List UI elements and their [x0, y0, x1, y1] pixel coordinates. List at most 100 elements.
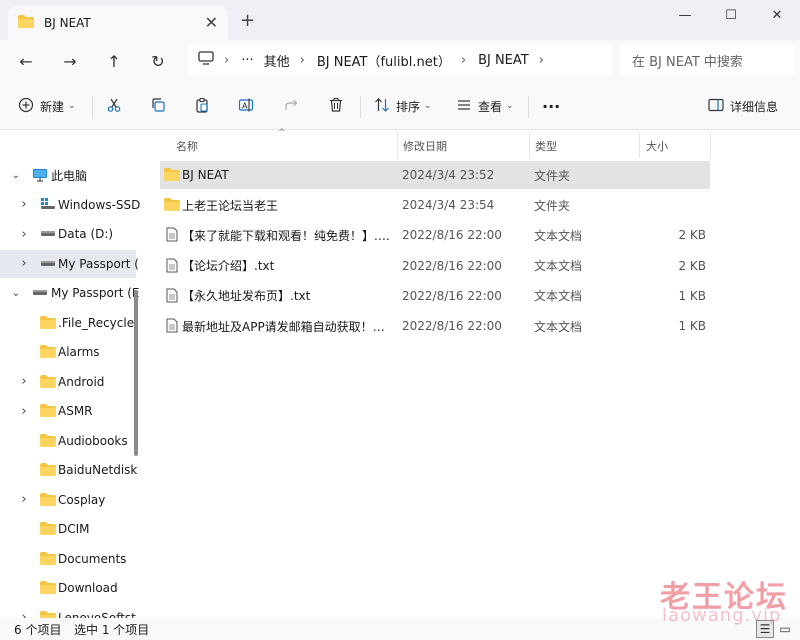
monitor-icon	[198, 51, 214, 69]
sidebar-item[interactable]: › Data (D:)	[0, 220, 136, 248]
sidebar-item-label: Android	[58, 374, 105, 389]
sort-button[interactable]: 排序 ⌄	[374, 94, 432, 118]
breadcrumb-more[interactable]: ···	[241, 53, 253, 68]
new-label: 新建	[40, 99, 65, 114]
sidebar-scrollbar[interactable]	[134, 290, 138, 456]
column-divider[interactable]	[710, 132, 711, 158]
breadcrumb-item[interactable]: 其他	[264, 51, 290, 70]
new-tab-button[interactable]: +	[240, 10, 255, 31]
chevron-right-icon[interactable]: ›	[18, 610, 30, 618]
tab-title: BJ NEAT	[44, 16, 91, 30]
rename-icon: A	[238, 97, 254, 116]
sidebar-item[interactable]: Alarms	[0, 338, 136, 366]
file-row[interactable]: 【来了就能下载和观看！纯免费！】.txt 2022/8/16 22:00 文本文档 2…	[160, 221, 710, 249]
sidebar-item[interactable]: › My Passport (	[0, 249, 139, 278]
tab-close-icon[interactable]: ✕	[205, 13, 218, 32]
file-name: 上老王论坛当老王	[182, 198, 279, 213]
sidebar-item[interactable]: ⌄ 此电脑	[0, 161, 136, 189]
sidebar-item-label: LenovoSoftst	[58, 610, 136, 619]
back-button[interactable]: ←	[14, 50, 38, 72]
sidebar-item[interactable]: DCIM	[0, 515, 136, 543]
file-row[interactable]: 上老王论坛当老王 2024/3/4 23:54 文件夹	[160, 191, 710, 219]
chevron-right-icon[interactable]: ›	[18, 404, 30, 419]
column-header-modified[interactable]: 修改日期	[403, 132, 447, 160]
maximize-button[interactable]: ☐	[708, 0, 754, 30]
share-button[interactable]	[284, 94, 300, 118]
paste-button[interactable]	[194, 94, 210, 118]
file-row[interactable]: 【论坛介绍】.txt 2022/8/16 22:00 文本文档 2 KB	[160, 252, 710, 280]
chevron-down-icon[interactable]: ⌄	[10, 170, 22, 181]
column-header-size[interactable]: 大小	[646, 132, 668, 160]
file-modified: 2024/3/4 23:54	[402, 198, 495, 213]
column-divider[interactable]	[639, 132, 640, 158]
chevron-right-icon[interactable]: ›	[18, 256, 30, 271]
chevron-right-icon[interactable]: ›	[18, 374, 30, 389]
sidebar-item[interactable]: › Android	[0, 368, 136, 396]
folder-icon	[40, 345, 56, 361]
file-name: 最新地址及APP请发邮箱自动获取！！！...	[182, 319, 392, 334]
file-row[interactable]: 最新地址及APP请发邮箱自动获取！！！... 2022/8/16 22:00 文本文…	[160, 312, 710, 340]
breadcrumb-item[interactable]: BJ NEAT（fulibl.net）	[317, 51, 451, 70]
view-button[interactable]: 查看 ⌄	[456, 94, 514, 118]
sidebar-item[interactable]: Audiobooks	[0, 427, 136, 455]
sidebar-item[interactable]: › Windows-SSD	[0, 191, 140, 219]
folder-icon	[40, 551, 56, 568]
cut-button[interactable]	[106, 94, 122, 118]
chevron-down-icon[interactable]: ⌄	[10, 288, 22, 299]
file-type: 文本文档	[534, 289, 583, 304]
file-row[interactable]: 【永久地址发布页】.txt 2022/8/16 22:00 文本文档 1 KB	[160, 282, 710, 310]
file-size: 2 KB	[678, 258, 706, 273]
sidebar-item-label: Cosplay	[58, 492, 106, 507]
text-file-icon	[166, 288, 178, 306]
view-list-icon	[456, 97, 472, 116]
folder-icon	[40, 374, 56, 391]
details-pane-button[interactable]: 详细信息	[708, 94, 778, 118]
scissors-icon	[106, 97, 122, 116]
close-button[interactable]: ✕	[754, 0, 800, 30]
sidebar-item[interactable]: › ASMR	[0, 397, 136, 425]
sidebar-item[interactable]: Documents	[0, 545, 136, 573]
details-label: 详细信息	[730, 99, 779, 114]
chevron-right-icon: ›	[224, 52, 230, 68]
address-bar[interactable]: › ··· 其他 › BJ NEAT（fulibl.net） › BJ NEAT…	[188, 44, 612, 76]
tab-bj-neat[interactable]: BJ NEAT ✕	[8, 6, 228, 40]
folder-icon	[40, 581, 56, 597]
sidebar-item[interactable]: › LenovoSoftst	[0, 604, 136, 619]
more-options-button[interactable]: ···	[542, 94, 560, 118]
divider	[528, 96, 529, 118]
watermark-url: laowang.vip	[662, 605, 782, 626]
search-input[interactable]: 在 BJ NEAT 中搜索	[620, 44, 794, 76]
up-button[interactable]: ↑	[102, 50, 126, 72]
chevron-down-icon: ⌄	[68, 101, 76, 111]
column-divider[interactable]	[529, 132, 530, 158]
sidebar-item[interactable]: ⌄ My Passport (E	[0, 279, 140, 307]
folder-icon	[40, 492, 56, 509]
file-modified: 2022/8/16 22:00	[402, 228, 502, 243]
sidebar-item[interactable]: Download	[0, 574, 136, 602]
column-header-name[interactable]: 名称	[176, 132, 198, 160]
forward-button[interactable]: →	[58, 50, 82, 72]
sidebar-item[interactable]: BaiduNetdisk	[0, 456, 137, 484]
new-button[interactable]: 新建 ⌄	[18, 94, 76, 118]
chevron-right-icon[interactable]: ›	[18, 227, 30, 242]
column-header-type[interactable]: 类型	[535, 132, 557, 160]
navigation-pane: ⌄ 此电脑 › Windows-SSD › Data (D:) › My Passport (…	[0, 130, 144, 618]
sidebar-item[interactable]: .File_Recycle	[0, 309, 136, 337]
column-divider[interactable]	[397, 132, 398, 158]
sidebar-item-label: My Passport (	[58, 256, 139, 271]
refresh-button[interactable]: ↻	[146, 50, 170, 72]
file-row[interactable]: BJ NEAT 2024/3/4 23:52 文件夹	[160, 161, 710, 189]
chevron-down-icon: ⌄	[506, 101, 514, 111]
monitor-icon	[32, 168, 48, 185]
chevron-right-icon[interactable]: ›	[18, 197, 30, 212]
rename-button[interactable]: A	[238, 94, 254, 118]
copy-button[interactable]	[150, 94, 166, 118]
chevron-right-icon[interactable]: ›	[18, 492, 30, 507]
chevron-right-icon[interactable]: ›	[539, 53, 544, 68]
delete-button[interactable]	[328, 94, 344, 118]
sidebar-item[interactable]: › Cosplay	[0, 486, 136, 514]
sidebar-item-label: Data (D:)	[58, 227, 114, 241]
breadcrumb-item[interactable]: BJ NEAT	[478, 53, 529, 68]
file-type: 文本文档	[534, 319, 583, 334]
minimize-button[interactable]: —	[662, 0, 708, 30]
